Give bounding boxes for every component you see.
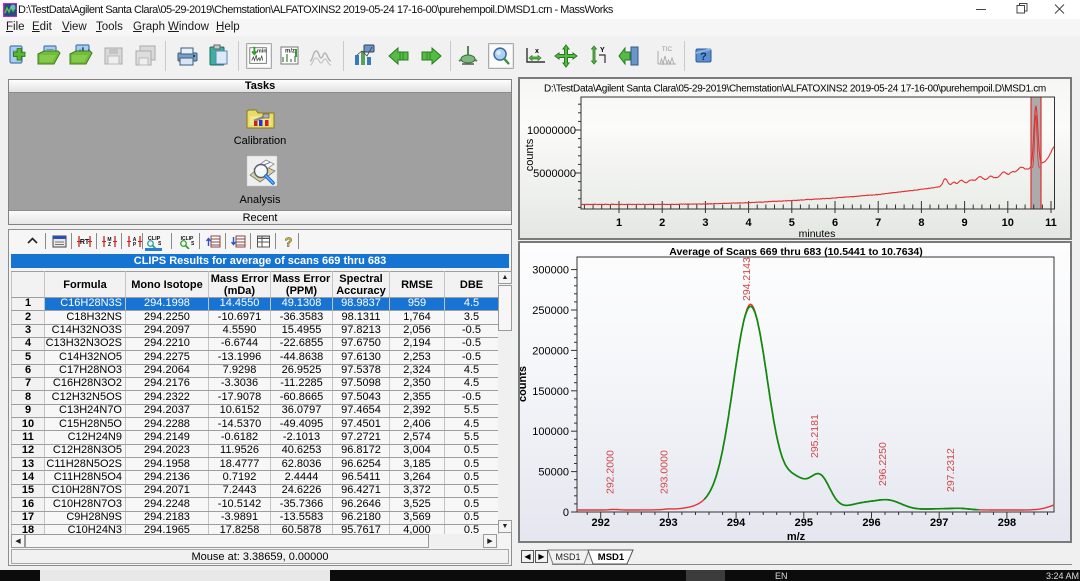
svg-text:250000: 250000 bbox=[532, 305, 569, 317]
svg-text:5000000: 5000000 bbox=[533, 168, 576, 180]
svg-text:Y: Y bbox=[600, 47, 605, 54]
svg-text:MSD1: MSD1 bbox=[555, 552, 580, 562]
svg-text:counts: counts bbox=[520, 366, 529, 402]
svg-text:2: 2 bbox=[659, 217, 665, 229]
svg-text:150000: 150000 bbox=[532, 386, 569, 398]
svg-text:295: 295 bbox=[795, 517, 813, 529]
svg-text:7: 7 bbox=[875, 217, 881, 229]
svg-text:min: min bbox=[257, 48, 267, 54]
svg-text:3: 3 bbox=[702, 217, 708, 229]
svg-text:minutes: minutes bbox=[799, 228, 836, 238]
svg-text:0: 0 bbox=[563, 507, 569, 519]
svg-text:10000000: 10000000 bbox=[527, 125, 576, 137]
svg-text:100000: 100000 bbox=[532, 426, 569, 438]
svg-text:50000: 50000 bbox=[538, 467, 569, 479]
svg-text:S: S bbox=[158, 241, 161, 247]
svg-text:293.0000: 293.0000 bbox=[659, 450, 671, 494]
svg-text:293: 293 bbox=[659, 517, 677, 529]
svg-text:294: 294 bbox=[727, 517, 746, 529]
svg-text:TIC: TIC bbox=[662, 46, 673, 53]
svg-text:?: ? bbox=[700, 51, 707, 63]
svg-text:1: 1 bbox=[616, 217, 622, 229]
svg-text:9: 9 bbox=[962, 217, 968, 229]
svg-text:297.2312: 297.2312 bbox=[945, 448, 957, 492]
svg-text:200000: 200000 bbox=[532, 345, 569, 357]
svg-text:Average of Scans 669 thru 683: Average of Scans 669 thru 683 (10.5441 t… bbox=[669, 246, 923, 258]
svg-text:296.2250: 296.2250 bbox=[877, 442, 889, 486]
svg-text:297: 297 bbox=[930, 517, 948, 529]
svg-text:8: 8 bbox=[918, 217, 924, 229]
svg-text:?: ? bbox=[285, 235, 293, 250]
svg-text:S: S bbox=[191, 241, 194, 247]
svg-text:Z: Z bbox=[108, 242, 111, 248]
svg-text:294.2143: 294.2143 bbox=[741, 257, 753, 301]
svg-text:m/z: m/z bbox=[285, 49, 295, 55]
svg-text:counts: counts bbox=[524, 138, 536, 171]
svg-text:292.2000: 292.2000 bbox=[605, 450, 617, 494]
svg-text:m/z: m/z bbox=[787, 531, 806, 541]
svg-text:11: 11 bbox=[1045, 217, 1057, 229]
svg-text:295.2181: 295.2181 bbox=[809, 414, 821, 458]
svg-text:292: 292 bbox=[592, 517, 610, 529]
svg-text:10: 10 bbox=[1002, 217, 1014, 229]
svg-text:5: 5 bbox=[789, 217, 795, 229]
svg-text:4: 4 bbox=[746, 217, 753, 229]
svg-text:D:\TestData\Agilent Santa Clar: D:\TestData\Agilent Santa Clara\05-29-20… bbox=[544, 84, 1046, 95]
svg-text:296: 296 bbox=[862, 517, 880, 529]
svg-text:RT: RT bbox=[80, 239, 90, 246]
svg-text:298: 298 bbox=[998, 517, 1016, 529]
svg-text:300000: 300000 bbox=[532, 265, 569, 277]
svg-text:MSD1: MSD1 bbox=[598, 552, 625, 563]
svg-text:x: x bbox=[535, 48, 539, 55]
